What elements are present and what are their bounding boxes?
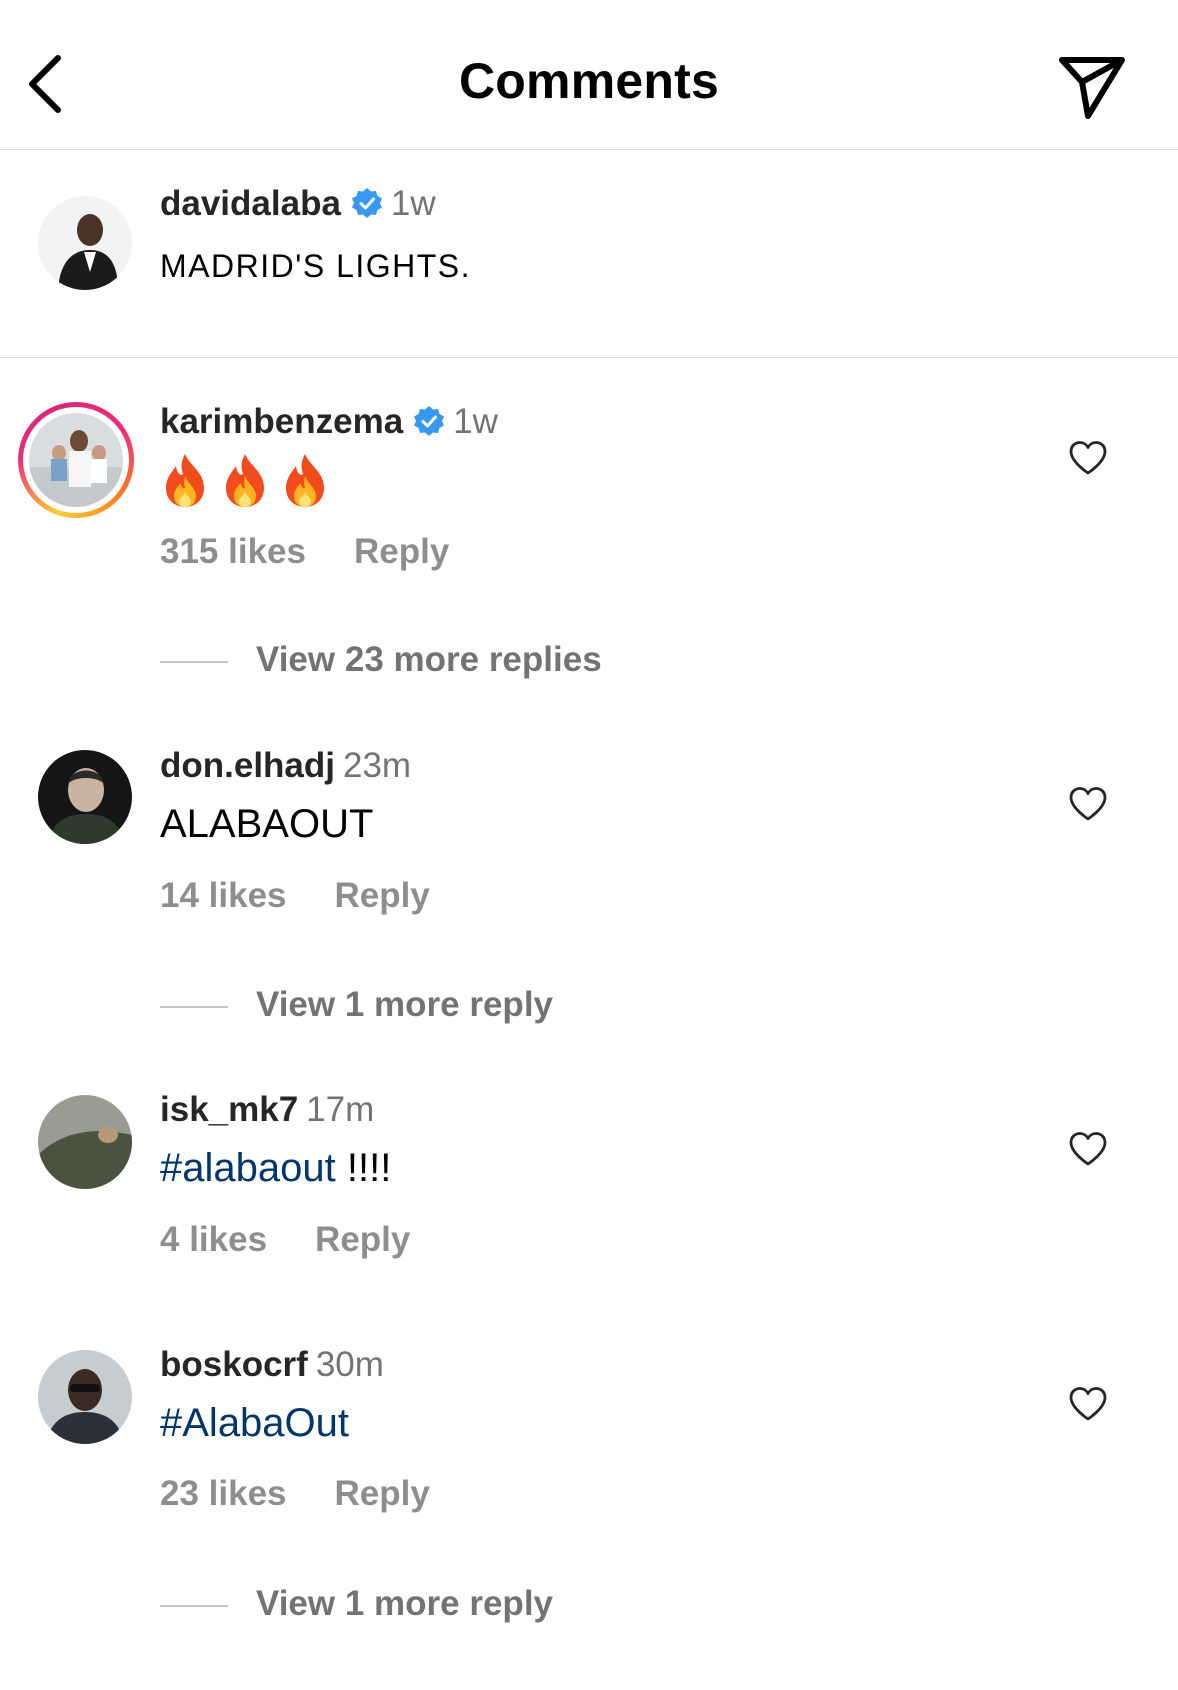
- caption-text: MADRID'S LIGHTS.: [160, 248, 472, 284]
- view-replies-button[interactable]: View 1 more reply: [160, 1584, 553, 1624]
- hashtag-link[interactable]: #AlabaOut: [160, 1401, 349, 1445]
- comment-text: #alabaout !!!!: [160, 1146, 391, 1191]
- story-ring-avatar[interactable]: [18, 402, 134, 518]
- comment-text: #AlabaOut: [160, 1401, 349, 1446]
- reply-button[interactable]: Reply: [335, 1474, 430, 1513]
- likes-count[interactable]: 23 likes: [160, 1474, 287, 1513]
- fire-emoji-icon: [286, 454, 324, 507]
- paper-plane-icon[interactable]: [1052, 48, 1132, 128]
- comment-meta: 315 likes Reply: [160, 532, 449, 572]
- comment-time: 30m: [315, 1345, 384, 1384]
- fire-emoji-icon: [166, 454, 204, 507]
- comment-meta: 23 likes Reply: [160, 1474, 430, 1514]
- replies-divider: [160, 1604, 228, 1607]
- caption-time: 1w: [390, 184, 436, 223]
- comment-header: don.elhadj 23m: [160, 746, 411, 786]
- comment-username[interactable]: boskocrf: [160, 1345, 308, 1384]
- verified-badge-icon: [414, 406, 445, 436]
- heart-outline-icon[interactable]: [1068, 1386, 1108, 1422]
- comment-text-suffix: !!!!: [335, 1146, 392, 1190]
- page-title: Comments: [459, 53, 719, 109]
- avatar[interactable]: [38, 1095, 132, 1189]
- avatar[interactable]: [38, 750, 132, 844]
- comment-time: 1w: [453, 402, 498, 441]
- header-bar: Comments: [0, 0, 1178, 150]
- view-replies-button[interactable]: View 23 more replies: [160, 640, 602, 680]
- comment-username[interactable]: karimbenzema: [160, 402, 403, 441]
- avatar[interactable]: [38, 196, 132, 290]
- view-replies-label: View 1 more reply: [256, 985, 554, 1024]
- reply-button[interactable]: Reply: [335, 876, 430, 915]
- comment-text: ALABAOUT: [160, 802, 374, 846]
- comment-meta: 4 likes Reply: [160, 1220, 410, 1260]
- verified-badge-icon: [351, 188, 382, 218]
- caption-username[interactable]: davidalaba: [160, 184, 341, 223]
- comment-time: 23m: [343, 746, 412, 785]
- heart-outline-icon[interactable]: [1068, 440, 1108, 476]
- heart-outline-icon[interactable]: [1068, 1131, 1108, 1167]
- caption-header: davidalaba 1w: [160, 184, 436, 224]
- view-replies-button[interactable]: View 1 more reply: [160, 985, 553, 1025]
- reply-button[interactable]: Reply: [354, 532, 449, 571]
- replies-divider: [160, 1005, 228, 1008]
- comment-text: 🔥🔥🔥: [160, 452, 340, 518]
- heart-outline-icon[interactable]: [1068, 786, 1108, 822]
- hashtag-link[interactable]: #alabaout: [160, 1146, 336, 1190]
- likes-count[interactable]: 14 likes: [160, 876, 287, 915]
- post-caption: davidalaba 1w MADRID'S LIGHTS.: [0, 150, 1178, 358]
- reply-button[interactable]: Reply: [315, 1220, 410, 1259]
- comment-username[interactable]: don.elhadj: [160, 746, 335, 785]
- comment-username[interactable]: isk_mk7: [160, 1090, 298, 1129]
- avatar[interactable]: [38, 1350, 132, 1444]
- comment-header: karimbenzema 1w: [160, 402, 498, 442]
- replies-divider: [160, 660, 228, 663]
- likes-count[interactable]: 4 likes: [160, 1220, 267, 1259]
- view-replies-label: View 23 more replies: [256, 640, 602, 679]
- comment-header: boskocrf 30m: [160, 1345, 384, 1385]
- view-replies-label: View 1 more reply: [256, 1584, 554, 1623]
- comment-header: isk_mk7 17m: [160, 1090, 374, 1130]
- comment-meta: 14 likes Reply: [160, 876, 430, 916]
- comment-time: 17m: [306, 1090, 375, 1129]
- avatar: [29, 413, 123, 507]
- likes-count[interactable]: 315 likes: [160, 532, 306, 571]
- fire-emoji-icon: [226, 454, 264, 507]
